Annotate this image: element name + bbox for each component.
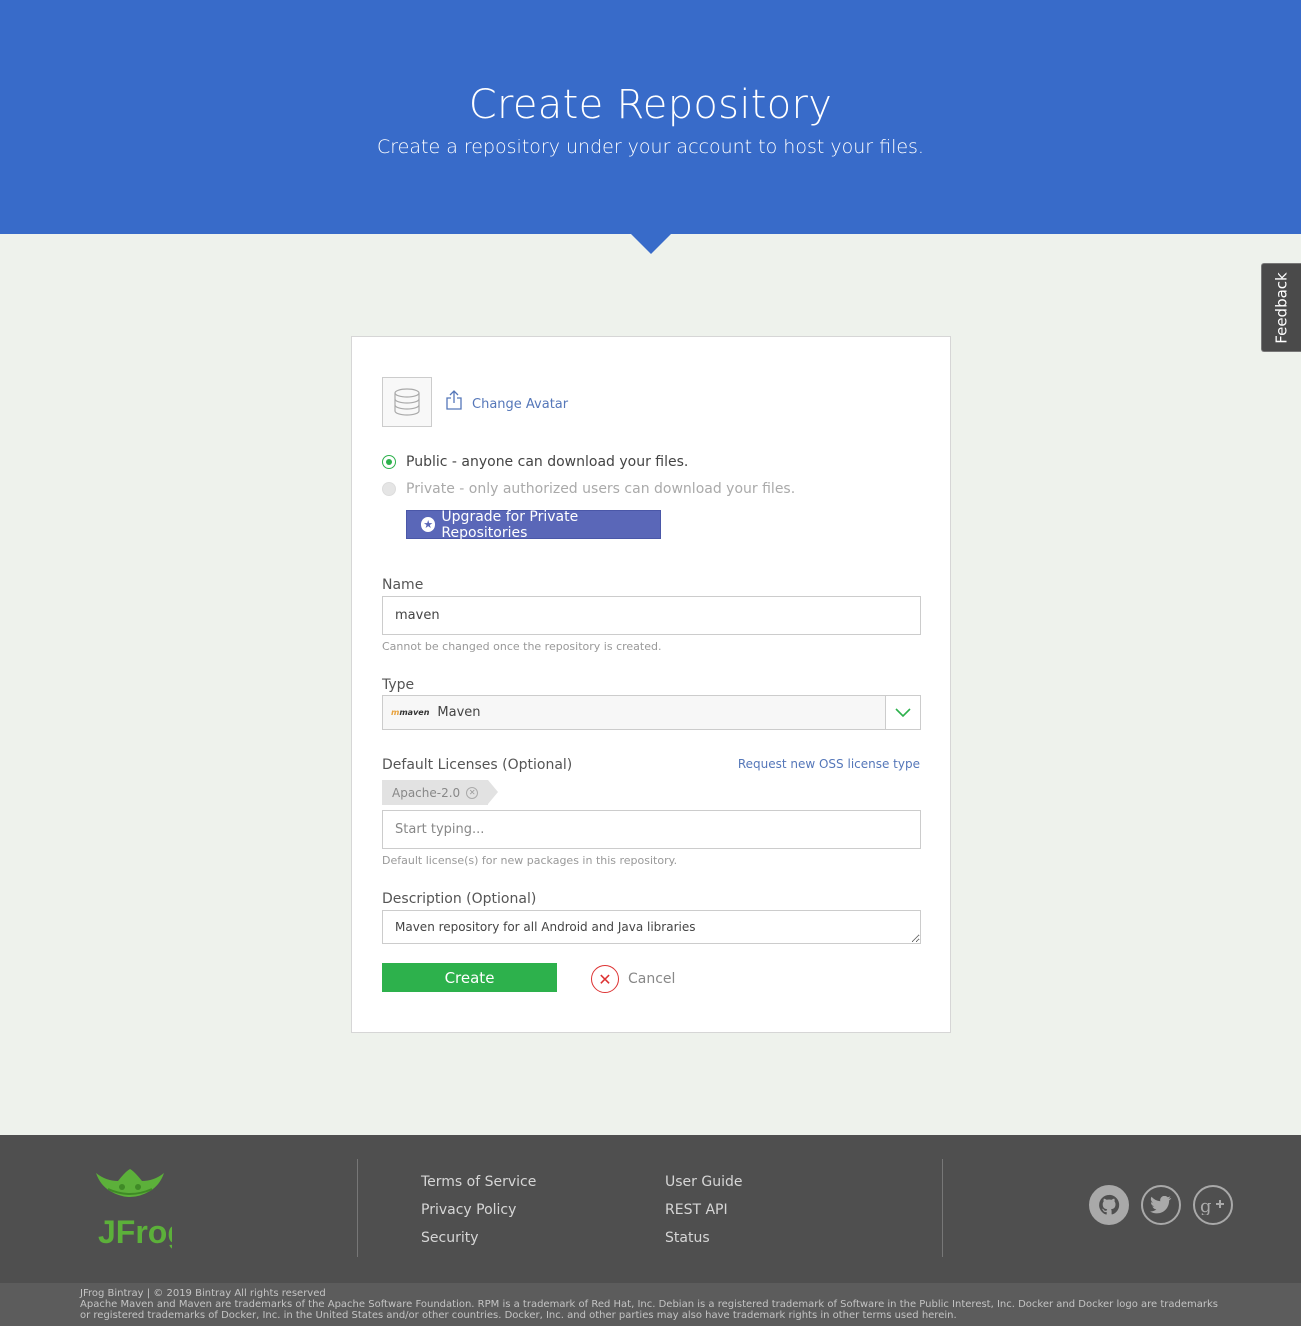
change-avatar-link[interactable]: Change Avatar [472,397,568,412]
star-icon: ★ [421,517,436,532]
twitter-icon[interactable] [1141,1185,1181,1225]
cancel-button[interactable]: ✕ Cancel [591,965,675,993]
maven-logo: mmaven [391,708,430,717]
create-button[interactable]: Create [382,963,557,992]
name-label: Name [382,577,424,593]
rest-api-link[interactable]: REST API [665,1196,742,1224]
repository-avatar [382,377,432,427]
license-tag: Apache-2.0 ✕ [382,780,499,805]
type-label: Type [382,677,415,693]
footer-links-docs: User Guide REST API Status [665,1168,742,1252]
footer-links-legal: Terms of Service Privacy Policy Security [421,1168,536,1252]
status-link[interactable]: Status [665,1224,742,1252]
svg-text:g: g [1200,1196,1212,1215]
trademark-text: Apache Maven and Maven are trademarks of… [80,1299,1219,1321]
google-plus-icon[interactable]: g [1193,1185,1233,1225]
privacy-link[interactable]: Privacy Policy [421,1196,536,1224]
github-icon[interactable] [1089,1185,1129,1225]
license-tag-label: Apache-2.0 [392,785,461,800]
licenses-label: Default Licenses (Optional) [382,757,573,773]
create-repository-form: Change Avatar Public - anyone can downlo… [351,336,951,1033]
terms-link[interactable]: Terms of Service [421,1168,536,1196]
header-pointer [631,234,671,254]
footer-divider [357,1159,358,1257]
private-radio [382,482,396,496]
jfrog-logo[interactable]: JFrog [88,1167,187,1253]
request-license-link[interactable]: Request new OSS license type [738,757,920,771]
jfrog-logo-icon: JFrog [96,1169,187,1250]
visibility-private-option: Private - only authorized users can down… [382,481,795,497]
remove-tag-icon[interactable]: ✕ [466,786,479,799]
feedback-label: Feedback [1272,271,1291,344]
upgrade-button-label: Upgrade for Private Repositories [441,508,579,541]
copyright-text: JFrog Bintray | © 2019 Bintray All right… [80,1288,326,1299]
license-input[interactable] [382,810,921,849]
page-subtitle: Create a repository under your account t… [377,136,924,158]
feedback-tab[interactable]: Feedback [1261,263,1301,352]
upload-icon[interactable] [445,389,463,411]
site-footer: JFrog Terms of Service Privacy Policy Se… [0,1135,1301,1283]
description-textarea[interactable]: Maven repository for all Android and Jav… [382,910,921,944]
footer-divider [942,1159,943,1257]
jfrog-wordmark: JFrog [98,1214,172,1249]
upgrade-private-button[interactable]: ★ Upgrade for Private Repositories [406,508,661,541]
page-title: Create Repository [468,82,833,128]
type-select[interactable]: mmaven Maven [382,695,921,730]
public-radio[interactable] [382,455,396,469]
user-guide-link[interactable]: User Guide [665,1168,742,1196]
security-link[interactable]: Security [421,1224,536,1252]
name-hint: Cannot be changed once the repository is… [382,640,662,653]
description-label: Description (Optional) [382,891,537,907]
database-icon [394,388,420,416]
cancel-label: Cancel [628,971,676,987]
licenses-hint: Default license(s) for new packages in t… [382,854,678,867]
type-selected-value: Maven [437,705,481,720]
chevron-down-icon[interactable] [885,696,920,729]
page-header: Create Repository Create a repository un… [0,0,1301,234]
close-icon: ✕ [591,965,619,993]
visibility-public-option[interactable]: Public - anyone can download your files. [382,454,688,470]
public-radio-label: Public - anyone can download your files. [406,454,689,470]
social-links: g [1089,1185,1245,1225]
legal-notice: JFrog Bintray | © 2019 Bintray All right… [0,1283,1301,1326]
private-radio-label: Private - only authorized users can down… [406,481,796,497]
name-input[interactable] [382,596,921,635]
